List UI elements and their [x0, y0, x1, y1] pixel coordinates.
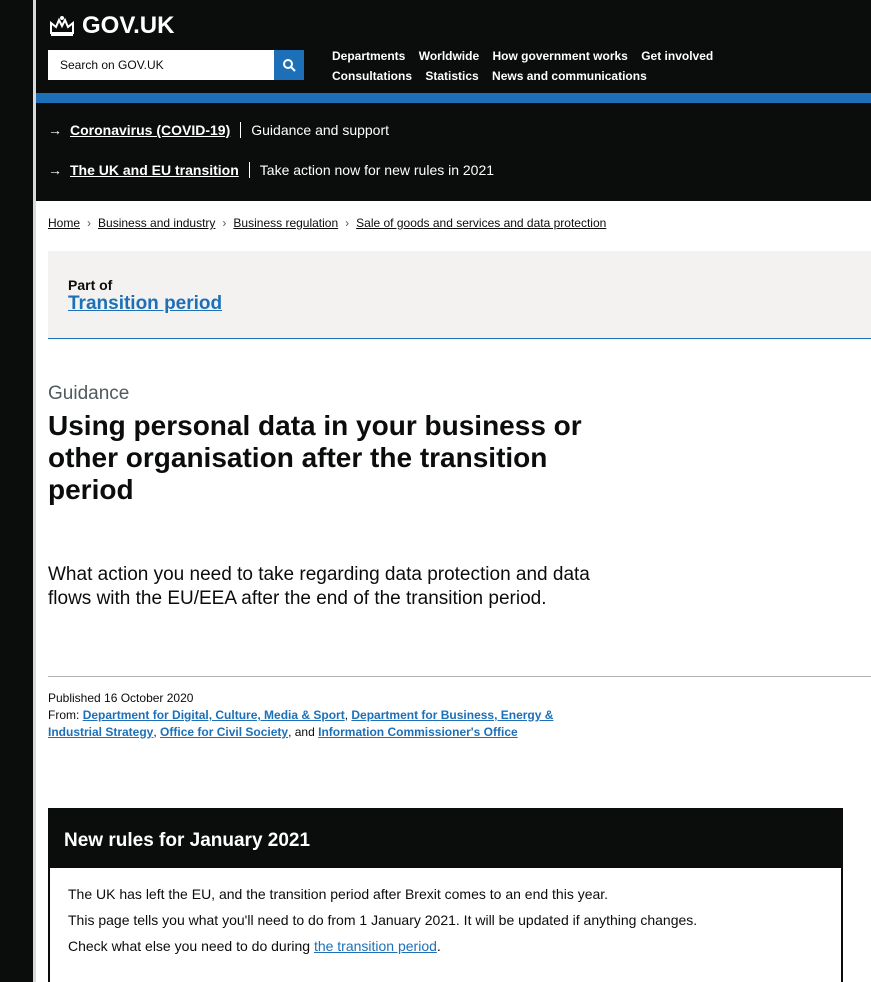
chevron-right-icon: ›: [87, 216, 92, 230]
alert-separator: [248, 162, 250, 178]
window-frame-left: [0, 0, 33, 982]
rules-p3-suffix: .: [436, 938, 441, 954]
alert-row-coronavirus: → Coronavirus (COVID-19) Guidance and su…: [48, 119, 389, 141]
nav-how-government-works[interactable]: How government works: [493, 49, 628, 63]
arrow-right-icon: →: [48, 122, 62, 138]
breadcrumb-home[interactable]: Home: [48, 216, 80, 230]
new-rules-callout: New rules for January 2021 The UK has le…: [48, 808, 843, 982]
from-label: From:: [48, 708, 80, 722]
rules-p3-prefix: Check what else you need to do during: [68, 938, 314, 954]
page-title: Using personal data in your business or …: [48, 410, 582, 505]
alert-link-coronavirus[interactable]: Coronavirus (COVID-19): [70, 119, 230, 141]
alert-text-coronavirus: Guidance and support: [251, 122, 390, 138]
part-of-panel: Part of Transition period: [48, 251, 871, 339]
crown-icon: [50, 16, 74, 36]
main-nav: Departments Worldwide How government wor…: [332, 46, 852, 86]
nav-news-and-communications[interactable]: News and communications: [492, 69, 647, 83]
org-link-ico[interactable]: Information Commissioner's Office: [318, 725, 518, 739]
rules-paragraph-3: Check what else you need to do during th…: [68, 934, 823, 958]
global-alert-banner: → Coronavirus (COVID-19) Guidance and su…: [36, 103, 871, 201]
logo-text: GOV.UK: [82, 12, 175, 39]
and-text: , and: [288, 725, 315, 739]
new-rules-body: The UK has left the EU, and the transiti…: [50, 868, 841, 958]
search-icon: [283, 59, 296, 72]
part-of-label: Part of: [68, 277, 113, 293]
org-link-dcms[interactable]: Department for Digital, Culture, Media &…: [83, 708, 345, 722]
breadcrumb-business-and-industry[interactable]: Business and industry: [98, 216, 215, 230]
rules-paragraph-1: The UK has left the EU, and the transiti…: [68, 886, 609, 902]
rules-paragraph-2: This page tells you what you'll need to …: [68, 912, 698, 928]
breadcrumb: Home › Business and industry › Business …: [48, 216, 606, 230]
from-orgs: From: Department for Digital, Culture, M…: [48, 708, 554, 739]
header-blue-bar: [36, 93, 871, 103]
search-button[interactable]: [274, 50, 304, 80]
new-rules-heading: New rules for January 2021: [50, 810, 841, 868]
alert-text-transition: Take action now for new rules in 2021: [259, 162, 495, 178]
nav-statistics[interactable]: Statistics: [425, 69, 478, 83]
org-link-office-for-civil-society[interactable]: Office for Civil Society: [160, 725, 288, 739]
breadcrumb-sale-of-goods[interactable]: Sale of goods and services and data prot…: [356, 216, 606, 230]
section-divider: [48, 676, 871, 677]
govuk-logo[interactable]: GOV.UK: [48, 12, 174, 40]
alert-link-transition[interactable]: The UK and EU transition: [70, 159, 239, 181]
nav-consultations[interactable]: Consultations: [332, 69, 412, 83]
search-input[interactable]: Search on GOV.UK: [48, 50, 274, 80]
site-header: GOV.UK Search on GOV.UK Departments Worl…: [36, 0, 871, 93]
published-date: Published 16 October 2020: [48, 691, 194, 705]
nav-worldwide[interactable]: Worldwide: [419, 49, 479, 63]
page-kicker: Guidance: [48, 383, 130, 404]
chevron-right-icon: ›: [345, 216, 350, 230]
page-summary: What action you need to take regarding d…: [48, 564, 590, 609]
nav-departments[interactable]: Departments: [332, 49, 405, 63]
part-of-link[interactable]: Transition period: [68, 293, 222, 314]
breadcrumb-business-regulation[interactable]: Business regulation: [233, 216, 338, 230]
chevron-right-icon: ›: [222, 216, 227, 230]
alert-row-transition: → The UK and EU transition Take action n…: [48, 159, 494, 181]
alert-separator: [240, 122, 242, 138]
nav-get-involved[interactable]: Get involved: [641, 49, 713, 63]
transition-period-link[interactable]: the transition period: [314, 938, 437, 954]
publication-metadata: Published 16 October 2020 From: Departme…: [48, 690, 588, 741]
arrow-right-icon: →: [48, 162, 62, 178]
